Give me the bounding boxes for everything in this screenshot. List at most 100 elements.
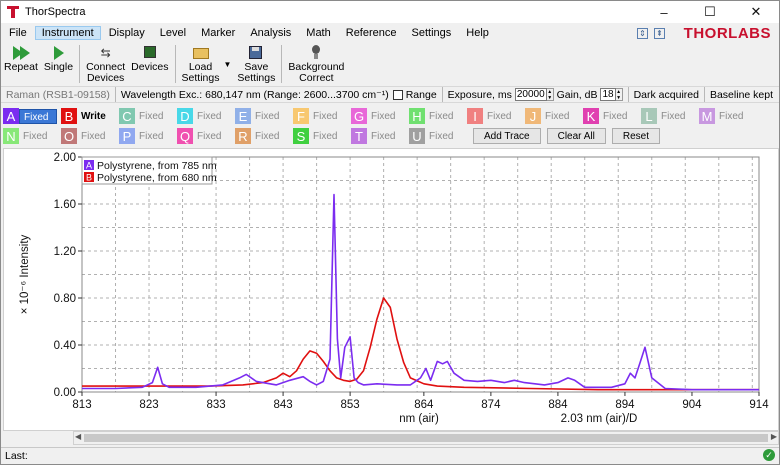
connect-devices-button[interactable]: ⇆ Connect Devices: [83, 43, 128, 84]
trace-mode[interactable]: Write: [77, 109, 115, 124]
trace-mode[interactable]: Fixed: [193, 129, 231, 144]
trace-letter[interactable]: N: [3, 128, 19, 144]
trace-mode[interactable]: Fixed: [251, 129, 289, 144]
trace-mode[interactable]: Fixed: [309, 109, 347, 124]
trace-letter[interactable]: J: [525, 108, 541, 124]
trace-letter[interactable]: D: [177, 108, 193, 124]
trace-k[interactable]: K Fixed: [583, 108, 637, 125]
devices-button[interactable]: Devices: [128, 43, 171, 73]
trace-letter[interactable]: C: [119, 108, 135, 124]
trace-mode[interactable]: Fixed: [309, 129, 347, 144]
trace-d[interactable]: D Fixed: [177, 108, 231, 125]
add-trace-button[interactable]: Add Trace: [473, 128, 541, 144]
menu-analysis[interactable]: Analysis: [243, 26, 298, 40]
trace-t[interactable]: T Fixed: [351, 128, 405, 145]
trace-mode[interactable]: Fixed: [367, 109, 405, 124]
restore-panel-icon[interactable]: ⇕: [637, 27, 648, 39]
trace-mode[interactable]: Fixed: [367, 129, 405, 144]
trace-letter[interactable]: M: [699, 108, 715, 124]
menu-marker[interactable]: Marker: [194, 26, 242, 40]
trace-mode[interactable]: Fixed: [193, 109, 231, 124]
menu-reference[interactable]: Reference: [339, 26, 404, 40]
trace-mode[interactable]: Fixed: [19, 129, 57, 144]
trace-i[interactable]: I Fixed: [467, 108, 521, 125]
chart-svg[interactable]: 0.00 0.40 0.80 1.20 1.60 2.00 813 823 833 843 853 8…: [4, 149, 778, 430]
trace-mode[interactable]: Fixed: [135, 129, 173, 144]
trace-n[interactable]: N Fixed: [3, 128, 57, 145]
trace-letter[interactable]: R: [235, 128, 251, 144]
trace-j[interactable]: J Fixed: [525, 108, 579, 125]
trace-mode[interactable]: Fixed: [541, 109, 579, 124]
trace-letter[interactable]: T: [351, 128, 367, 144]
trace-mode[interactable]: Fixed: [715, 109, 753, 124]
clear-all-button[interactable]: Clear All: [546, 128, 606, 144]
trace-letter[interactable]: B: [61, 108, 77, 124]
spectrum-chart[interactable]: 0.00 0.40 0.80 1.20 1.60 2.00 813 823 833 843 853 8…: [3, 148, 779, 431]
trace-mode[interactable]: Fixed: [251, 109, 289, 124]
maximize-button[interactable]: ☐: [687, 1, 733, 23]
gain-input[interactable]: 18: [600, 88, 616, 101]
repeat-button[interactable]: Repeat: [1, 43, 41, 73]
trace-letter[interactable]: F: [293, 108, 309, 124]
trace-l[interactable]: L Fixed: [641, 108, 695, 125]
trace-letter[interactable]: L: [641, 108, 657, 124]
trace-r[interactable]: R Fixed: [235, 128, 289, 145]
trace-mode[interactable]: Fixed: [483, 109, 521, 124]
trace-c[interactable]: C Fixed: [119, 108, 173, 125]
single-button[interactable]: Single: [41, 43, 76, 73]
exposure-input[interactable]: 20000: [514, 88, 547, 101]
menu-display[interactable]: Display: [102, 26, 152, 40]
trace-a[interactable]: A Fixed: [3, 108, 57, 125]
trace-f[interactable]: F Fixed: [293, 108, 347, 125]
trace-letter[interactable]: Q: [177, 128, 193, 144]
trace-letter[interactable]: P: [119, 128, 135, 144]
scroll-left-icon[interactable]: ◀: [75, 432, 81, 441]
trace-e[interactable]: E Fixed: [235, 108, 289, 125]
menu-instrument[interactable]: Instrument: [34, 26, 101, 40]
trace-letter[interactable]: U: [409, 128, 425, 144]
menu-settings[interactable]: Settings: [405, 26, 459, 40]
trace-mode[interactable]: Fixed: [77, 129, 115, 144]
horizontal-scrollbar[interactable]: ◀ ▶: [73, 431, 779, 445]
trace-g[interactable]: G Fixed: [351, 108, 405, 125]
minimize-button[interactable]: –: [641, 1, 687, 23]
trace-s[interactable]: S Fixed: [293, 128, 347, 145]
trace-mode[interactable]: Fixed: [19, 108, 57, 124]
background-correct-button[interactable]: Background Correct: [285, 43, 347, 84]
menu-file[interactable]: File: [2, 26, 34, 40]
dropdown-arrow-icon[interactable]: ▼: [223, 59, 231, 70]
trace-letter[interactable]: O: [61, 128, 77, 144]
trace-letter[interactable]: S: [293, 128, 309, 144]
trace-u[interactable]: U Fixed: [409, 128, 463, 145]
range-checkbox[interactable]: [392, 89, 403, 100]
menu-math[interactable]: Math: [299, 26, 337, 40]
trace-b[interactable]: B Write: [61, 108, 115, 125]
trace-letter[interactable]: K: [583, 108, 599, 124]
load-settings-button[interactable]: Load Settings ▼: [179, 43, 235, 84]
gain-spinner[interactable]: ▲ ▼: [615, 88, 623, 101]
scrollbar-thumb[interactable]: [84, 434, 768, 442]
reset-button[interactable]: Reset: [611, 128, 660, 144]
trace-h[interactable]: H Fixed: [409, 108, 463, 125]
trace-mode[interactable]: Fixed: [135, 109, 173, 124]
trace-letter[interactable]: E: [235, 108, 251, 124]
trace-q[interactable]: Q Fixed: [177, 128, 231, 145]
trace-mode[interactable]: Fixed: [425, 109, 463, 124]
trace-mode[interactable]: Fixed: [657, 109, 695, 124]
menu-help[interactable]: Help: [459, 26, 496, 40]
close-button[interactable]: ✕: [733, 1, 779, 23]
trace-o[interactable]: O Fixed: [61, 128, 115, 145]
scroll-right-icon[interactable]: ▶: [771, 432, 777, 441]
trace-mode[interactable]: Fixed: [425, 129, 463, 144]
exposure-spinner[interactable]: ▲ ▼: [546, 88, 554, 101]
trace-p[interactable]: P Fixed: [119, 128, 173, 145]
trace-letter[interactable]: G: [351, 108, 367, 124]
trace-mode[interactable]: Fixed: [599, 109, 637, 124]
trace-letter[interactable]: I: [467, 108, 483, 124]
trace-letter[interactable]: A: [3, 108, 19, 124]
collapse-panel-icon[interactable]: ⇞: [654, 27, 665, 39]
menu-level[interactable]: Level: [153, 26, 193, 40]
trace-m[interactable]: M Fixed: [699, 108, 753, 125]
trace-letter[interactable]: H: [409, 108, 425, 124]
save-settings-button[interactable]: Save Settings: [234, 43, 278, 84]
